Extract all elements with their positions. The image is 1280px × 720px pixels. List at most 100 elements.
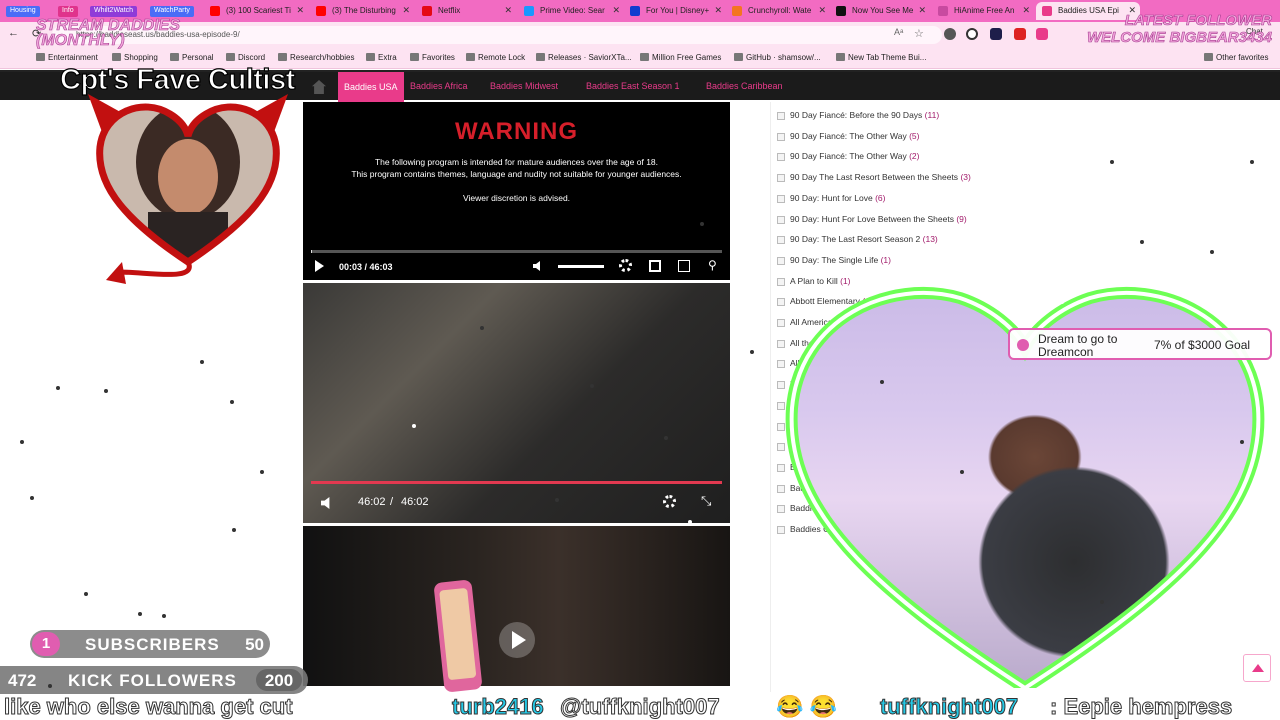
close-icon[interactable]: ✕ — [714, 5, 722, 16]
time-display: 00:03 / 46:03 — [339, 262, 393, 272]
big-play-icon[interactable] — [499, 622, 535, 658]
close-icon[interactable]: ✕ — [296, 5, 304, 16]
extension-icon[interactable] — [944, 28, 956, 40]
nav-baddies-africa[interactable]: Baddies Africa — [410, 81, 468, 91]
settings-gear-icon[interactable] — [619, 259, 632, 272]
star-particle — [1210, 250, 1214, 254]
video-player-ended[interactable]: 46:02 / 46:02 ⤡ — [303, 283, 730, 523]
donation-goal-widget: Dream to go to Dreamcon 7% of $3000 Goal — [1008, 328, 1272, 360]
tab-prime-video[interactable]: Prime Video: Sear ✕ — [518, 2, 624, 20]
ticker-message: like who else wanna get cut — [4, 694, 294, 720]
star-particle — [98, 614, 102, 618]
read-aloud-icon[interactable]: Aᵃ — [894, 27, 903, 37]
stream-daddies-label: STREAM DADDIES (MONTHLY) — [36, 17, 181, 49]
nav-baddies-midwest[interactable]: Baddies Midwest — [490, 81, 558, 91]
star-particle — [750, 350, 754, 354]
star-particle — [664, 436, 668, 440]
url-field[interactable]: https://baddieseast.us/baddies-usa-episo… — [52, 26, 942, 44]
crunchyroll-icon — [732, 6, 742, 16]
settings-gear-icon[interactable] — [663, 495, 676, 508]
series-name: 90 Day: Hunt For Love Between the Sheets — [790, 213, 954, 224]
series-name: 90 Day Fiancé: Before the 90 Days — [790, 110, 923, 120]
series-list-item[interactable]: 90 Day: The Last Resort Season 2 (13) — [777, 234, 938, 245]
nav-baddies-usa[interactable]: Baddies USA — [338, 72, 404, 102]
series-count: (3) — [960, 172, 971, 183]
tab-group-watchparty[interactable]: WatchParty — [150, 6, 194, 17]
tab-100-scariest[interactable]: (3) 100 Scariest Ti ✕ — [204, 2, 308, 20]
series-name: 90 Day Fiancé: The Other Way — [790, 130, 907, 141]
favorite-star-icon[interactable]: ☆ — [914, 27, 924, 40]
series-list-item[interactable]: 90 Day: The Single Life (1) — [777, 255, 891, 265]
bookmark-github[interactable]: GitHub · shamsow/... — [734, 53, 821, 62]
series-count: (1) — [880, 254, 891, 265]
zoom-icon[interactable] — [966, 28, 978, 40]
fullscreen-icon[interactable] — [649, 260, 661, 272]
scroll-to-top-icon[interactable] — [1243, 654, 1271, 682]
series-list-item[interactable]: 90 Day: Hunt For Love Between the Sheets… — [777, 214, 967, 224]
kick-followers-label: KICK FOLLOWERS — [68, 671, 237, 690]
time-separator: / — [390, 496, 394, 508]
heart-icon — [1017, 339, 1029, 351]
extension-icon[interactable] — [990, 28, 1002, 40]
star-particle — [1240, 440, 1244, 444]
video-player-warning[interactable]: WARNING The following program is intende… — [303, 102, 730, 280]
back-arrow-icon[interactable]: ← — [8, 27, 19, 39]
series-list-item[interactable]: 90 Day The Last Resort Between the Sheet… — [777, 172, 971, 183]
tab-disney-plus[interactable]: For You | Disney+ ✕ — [624, 2, 726, 20]
bookmark-remote-lock[interactable]: Remote Lock — [466, 53, 525, 62]
kick-follower-count: 472 — [8, 671, 37, 690]
video-player-preview[interactable] — [303, 526, 730, 693]
close-icon[interactable]: ✕ — [402, 5, 410, 16]
close-icon[interactable]: ✕ — [612, 5, 620, 16]
total-time: 46:02 — [401, 496, 429, 508]
youtube-icon — [210, 6, 220, 16]
close-icon[interactable]: ✕ — [818, 5, 826, 16]
extension-icon[interactable] — [1014, 28, 1026, 40]
current-time: 46:02 — [358, 496, 386, 508]
close-icon[interactable]: ✕ — [1022, 5, 1030, 16]
cast-icon[interactable] — [678, 260, 690, 272]
tab-hianime[interactable]: HiAnime Free An ✕ — [932, 2, 1034, 20]
star-particle — [200, 360, 204, 364]
bookmark-entertainment[interactable]: Entertainment — [36, 53, 98, 62]
close-icon[interactable]: ✕ — [918, 5, 926, 16]
tab-the-disturbing[interactable]: (3) The Disturbing ✕ — [310, 2, 414, 20]
series-list-item[interactable]: 90 Day Fiancé: The Other Way (2) — [777, 151, 919, 162]
goal-progress: 7% of $3000 Goal — [1154, 338, 1251, 352]
star-particle — [1100, 600, 1104, 604]
bookmark-discord[interactable]: Discord — [226, 53, 265, 62]
tab-now-you-see-me[interactable]: Now You See Me ✕ — [830, 2, 930, 20]
close-icon[interactable]: ✕ — [504, 5, 512, 16]
bookmark-extra[interactable]: Extra — [366, 53, 397, 62]
bookmark-new-tab-theme[interactable]: New Tab Theme Bui... — [836, 53, 926, 62]
tab-netflix[interactable]: Netflix ✕ — [416, 2, 516, 20]
volume-slider[interactable] — [558, 265, 604, 268]
volume-icon[interactable] — [321, 497, 330, 509]
bookmark-favorites[interactable]: Favorites — [410, 53, 455, 62]
seek-bar[interactable] — [311, 481, 722, 484]
volume-icon[interactable] — [533, 261, 540, 271]
expand-icon[interactable]: ⤡ — [701, 493, 711, 509]
bookmark-releases[interactable]: Releases · SaviorXTa... — [536, 53, 632, 62]
tab-group-housing[interactable]: Housing — [6, 6, 40, 17]
tab-crunchyroll[interactable]: Crunchyroll: Wate ✕ — [726, 2, 830, 20]
latest-follower-widget: LATEST FOLLOWER WELCOME BIGBEAR3434 — [1040, 12, 1273, 47]
warning-line: Viewer discretion is advised. — [462, 193, 571, 203]
ticker-message: : Eepie hempress — [1049, 694, 1233, 720]
bookmark-personal[interactable]: Personal — [170, 53, 214, 62]
home-icon[interactable] — [312, 80, 326, 94]
play-icon[interactable] — [315, 260, 324, 272]
series-list-item[interactable]: 90 Day Fiancé: Before the 90 Days (11) — [777, 110, 939, 120]
nav-baddies-east[interactable]: Baddies East Season 1 — [586, 81, 680, 91]
tab-group-info[interactable]: Info — [58, 6, 78, 17]
bookmark-research[interactable]: Research/hobbies — [278, 53, 354, 62]
bookmark-shopping[interactable]: Shopping — [112, 53, 158, 62]
series-list-item[interactable]: 90 Day: Hunt for Love (6) — [777, 193, 885, 203]
nav-baddies-caribbean[interactable]: Baddies Caribbean — [706, 81, 783, 91]
tab-group-watch[interactable]: Whilt2Watch — [90, 6, 138, 17]
seek-bar[interactable] — [311, 250, 722, 253]
bookmark-million-free-games[interactable]: Million Free Games — [640, 53, 721, 62]
bookmark-other-favorites[interactable]: Other favorites — [1204, 53, 1268, 62]
chromecast-icon[interactable]: ⚲ — [708, 258, 717, 272]
series-list-item[interactable]: 90 Day Fiancé: The Other Way (5) — [777, 131, 919, 141]
